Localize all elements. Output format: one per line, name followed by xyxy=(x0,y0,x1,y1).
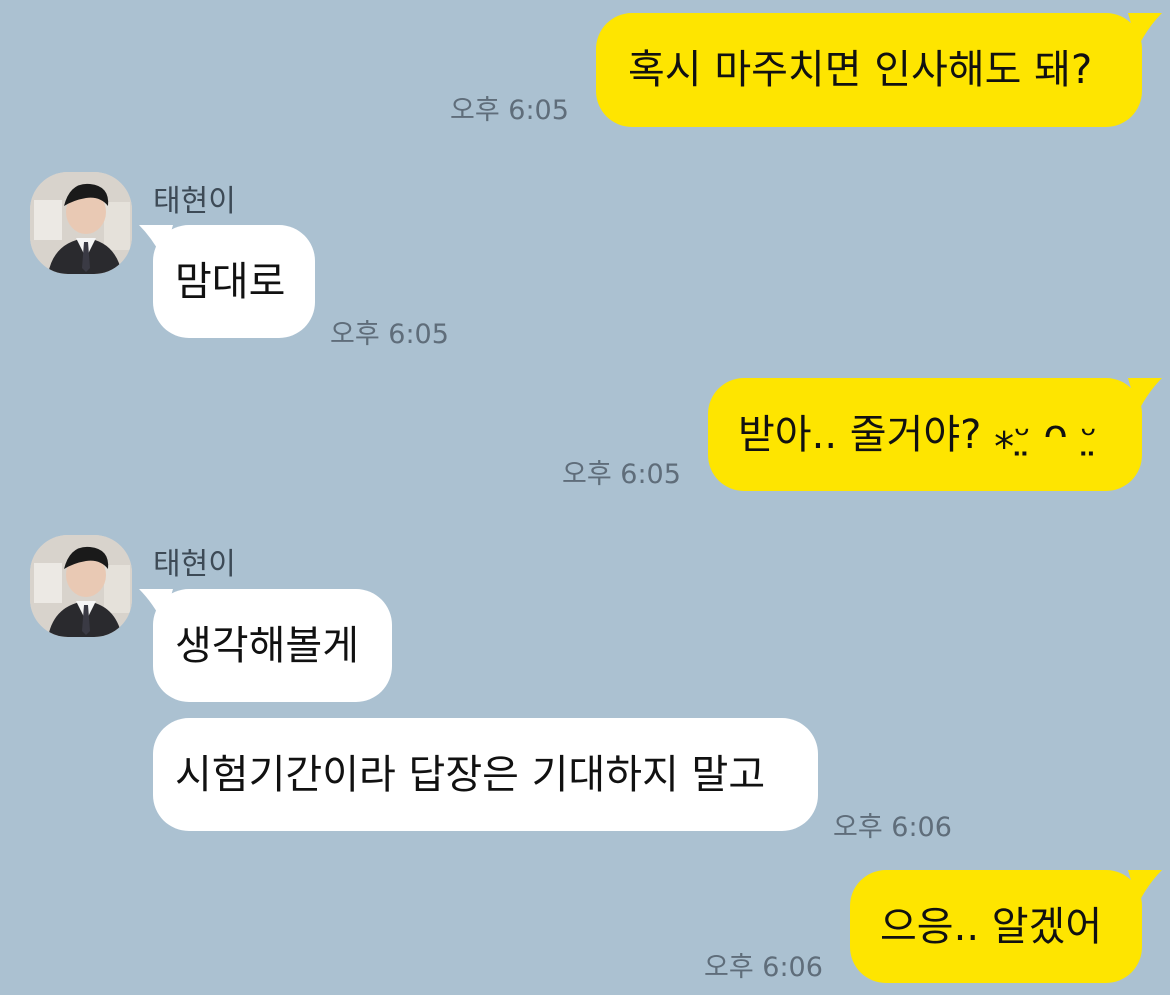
incoming-message-bubble[interactable]: 시험기간이라 답장은 기대하지 말고 xyxy=(153,718,818,831)
sender-name: 태현이 xyxy=(153,547,236,582)
incoming-message-bubble[interactable]: 맘대로 xyxy=(139,225,315,338)
message-text: 혹시 마주치면 인사해도 돼? xyxy=(628,47,1093,93)
message-text: 시험기간이라 답장은 기대하지 말고 xyxy=(175,751,766,798)
profile-photo-icon xyxy=(30,172,132,274)
bubble-tail-icon xyxy=(1128,870,1162,904)
sender-name: 태현이 xyxy=(153,184,236,219)
message-text: 맘대로 xyxy=(175,258,286,305)
bubble-tail-icon xyxy=(139,225,173,259)
outgoing-message-bubble[interactable]: 받아.. 줄거야? ⁎ᵕ̤ ᴖ ᵕ̤ xyxy=(708,378,1162,491)
message-timestamp: 오후 6:06 xyxy=(833,812,952,843)
message-timestamp: 오후 6:05 xyxy=(330,319,449,350)
bubble-tail-icon xyxy=(1128,378,1162,412)
message-text: 으응.. 알겠어 xyxy=(880,903,1103,950)
profile-avatar[interactable] xyxy=(30,535,132,637)
outgoing-message-bubble[interactable]: 으응.. 알겠어 xyxy=(850,870,1162,983)
bubble-tail-icon xyxy=(139,589,173,623)
incoming-message-bubble[interactable]: 생각해볼게 xyxy=(139,589,392,702)
message-text: 받아.. 줄거야? ⁎ᵕ̤ ᴖ ᵕ̤ xyxy=(738,411,1098,458)
profile-avatar[interactable] xyxy=(30,172,132,274)
profile-photo-icon xyxy=(30,535,132,637)
outgoing-message-bubble[interactable]: 혹시 마주치면 인사해도 돼? xyxy=(596,13,1162,127)
message-timestamp: 오후 6:05 xyxy=(450,95,569,126)
message-timestamp: 오후 6:05 xyxy=(562,459,681,490)
message-timestamp: 오후 6:06 xyxy=(704,952,823,983)
bubble-tail-icon xyxy=(1128,13,1162,47)
message-text: 생각해볼게 xyxy=(175,622,359,669)
